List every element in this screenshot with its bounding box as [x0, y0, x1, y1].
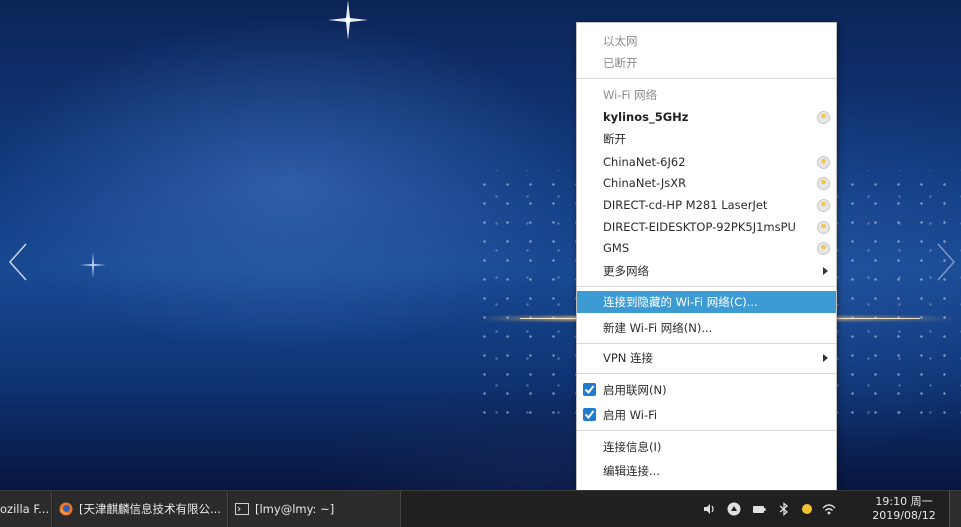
previous-wallpaper-arrow-icon[interactable]: [6, 242, 32, 282]
terminal-icon: [235, 503, 249, 515]
wifi-header: Wi-Fi 网络: [603, 88, 658, 102]
taskbar-item-firefox[interactable]: ozilla F...: [0, 491, 52, 527]
new-wifi-network-item[interactable]: 新建 Wi-Fi 网络(N)...: [577, 318, 836, 339]
next-wallpaper-arrow-icon[interactable]: [932, 242, 958, 282]
volume-icon[interactable]: [702, 502, 716, 516]
battery-icon[interactable]: [752, 502, 766, 516]
wifi-signal-lock-icon: [817, 242, 830, 255]
wifi-signal-lock-icon: [817, 156, 830, 169]
menu-separator: [577, 343, 836, 344]
checkbox-checked-icon[interactable]: [583, 383, 596, 396]
clock-date: 2019/08/12: [872, 509, 936, 522]
wifi-icon[interactable]: [822, 502, 836, 516]
menu-separator: [577, 286, 836, 287]
menu-separator: [577, 430, 836, 431]
wifi-network-item[interactable]: DIRECT-EIDESKTOP-92PK5J1msPU: [577, 217, 836, 238]
ethernet-header: 以太网: [603, 34, 638, 48]
taskbar: ozilla F... [天津麒麟信息技术有限公... [lmy@lmy: ~]: [0, 490, 961, 527]
enable-wifi-item[interactable]: 启用 Wi-Fi: [577, 405, 836, 426]
disconnect-item[interactable]: 断开: [577, 129, 836, 150]
sparkle-icon: [80, 252, 106, 278]
menu-separator: [577, 78, 836, 79]
wifi-network-item[interactable]: DIRECT-cd-HP M281 LaserJet: [577, 195, 836, 216]
enable-networking-item[interactable]: 启用联网(N): [577, 380, 836, 401]
taskbar-item-browser[interactable]: [天津麒麟信息技术有限公...: [53, 491, 228, 527]
wifi-network-item[interactable]: ChinaNet-JsXR: [577, 173, 836, 194]
brightness-icon[interactable]: [800, 502, 814, 516]
wifi-network-item[interactable]: ChinaNet-6J62: [577, 152, 836, 173]
wifi-signal-lock-icon: [817, 199, 830, 212]
kylin-update-icon[interactable]: [727, 502, 741, 516]
network-menu: 以太网 已断开 Wi-Fi 网络 kylinos_5GHz 断开 ChinaNe…: [576, 22, 837, 491]
firefox-icon: [59, 502, 73, 516]
menu-separator: [577, 373, 836, 374]
connection-info-item[interactable]: 连接信息(I): [577, 437, 836, 458]
clock[interactable]: 19:10 周一 2019/08/12: [858, 495, 950, 523]
wifi-signal-lock-icon: [817, 221, 830, 234]
clock-time: 19:10 周一: [875, 495, 933, 508]
sparkle-icon: [328, 0, 368, 40]
taskbar-item-terminal[interactable]: [lmy@lmy: ~]: [229, 491, 401, 527]
connect-hidden-wifi-item[interactable]: 连接到隐藏的 Wi-Fi 网络(C)...: [577, 291, 836, 313]
show-desktop-button[interactable]: [949, 491, 961, 527]
wifi-signal-lock-icon: [817, 177, 830, 190]
submenu-arrow-icon: [823, 354, 828, 362]
wifi-network-item[interactable]: GMS: [577, 238, 836, 259]
checkbox-checked-icon[interactable]: [583, 408, 596, 421]
edit-connections-item[interactable]: 编辑连接...: [577, 461, 836, 482]
more-networks-item[interactable]: 更多网络: [577, 261, 836, 282]
submenu-arrow-icon: [823, 267, 828, 275]
ethernet-status: 已断开: [603, 56, 638, 70]
wifi-signal-lock-icon: [817, 111, 830, 124]
wifi-network-connected[interactable]: kylinos_5GHz: [577, 107, 836, 128]
bluetooth-icon[interactable]: [777, 502, 791, 516]
vpn-connections-item[interactable]: VPN 连接: [577, 348, 836, 369]
